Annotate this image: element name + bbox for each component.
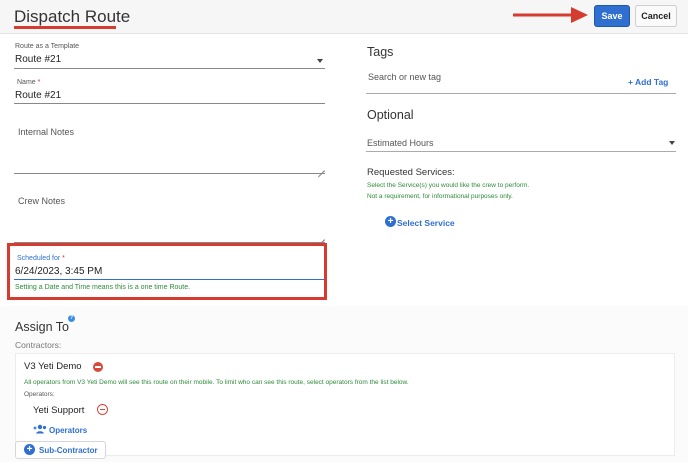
operators-link[interactable]: Operators	[49, 426, 87, 435]
internal-notes-label: Internal Notes	[18, 127, 75, 137]
requested-services-note-2: Not a requirement, for informational pur…	[367, 193, 513, 200]
estimated-hours-underline	[366, 151, 676, 152]
sub-contractor-label[interactable]: Sub-Contractor	[39, 446, 98, 455]
name-input[interactable]: Route #21	[15, 90, 61, 101]
contractor-card	[15, 353, 675, 456]
scheduled-underline	[14, 279, 324, 280]
contractors-label: Contractors:	[15, 340, 62, 350]
help-icon[interactable]: ?	[68, 315, 75, 322]
cancel-button[interactable]: Cancel	[635, 5, 677, 27]
scheduled-label: Scheduled for *	[17, 255, 65, 262]
requested-services-heading: Requested Services:	[367, 167, 455, 178]
crew-notes-resize-icon[interactable]	[318, 233, 325, 240]
title-underline-annotation	[14, 26, 116, 29]
add-tag-button[interactable]: + Add Tag	[628, 77, 668, 87]
plus-circle-icon[interactable]: +	[385, 216, 396, 227]
estimated-hours-select[interactable]: Estimated Hours	[367, 138, 434, 148]
assign-to-heading: Assign To	[15, 320, 69, 334]
remove-contractor-minus-icon[interactable]	[93, 362, 103, 372]
operator-name: Yeti Support	[33, 405, 85, 416]
tag-search-input[interactable]: Search or new tag	[368, 72, 441, 82]
contractor-visibility-note: All operators from V3 Yeti Demo will see…	[24, 379, 409, 386]
crew-notes-label: Crew Notes	[18, 196, 66, 206]
contractor-name: V3 Yeti Demo	[24, 361, 82, 372]
tags-heading: Tags	[367, 45, 394, 59]
internal-notes-textarea[interactable]	[14, 173, 325, 174]
tag-underline	[366, 93, 676, 94]
optional-heading: Optional	[367, 108, 414, 122]
sub-contractor-plus-icon[interactable]: +	[24, 444, 35, 455]
save-button[interactable]: Save	[594, 5, 630, 27]
template-label: Route as a Template	[15, 43, 80, 50]
remove-operator-minus-icon[interactable]	[97, 404, 108, 415]
template-underline	[14, 68, 325, 69]
scheduled-hint: Setting a Date and Time means this is a …	[15, 284, 191, 291]
red-arrow-annotation-icon	[513, 7, 588, 23]
users-add-icon[interactable]	[33, 424, 47, 434]
template-select[interactable]: Route #21	[15, 54, 61, 65]
operators-label: Operators:	[24, 391, 55, 398]
internal-notes-resize-icon[interactable]	[318, 164, 325, 171]
estimated-hours-chevron-down-icon[interactable]	[669, 141, 675, 145]
requested-services-note-1: Select the Service(s) you would like the…	[367, 182, 530, 189]
select-service-button[interactable]: Select Service	[397, 218, 455, 228]
scheduled-datetime-input[interactable]: 6/24/2023, 3:45 PM	[15, 266, 102, 277]
name-underline	[14, 103, 325, 104]
template-chevron-down-icon[interactable]	[317, 59, 323, 63]
name-label: Name *	[17, 79, 41, 86]
page-title: Dispatch Route	[14, 7, 131, 26]
